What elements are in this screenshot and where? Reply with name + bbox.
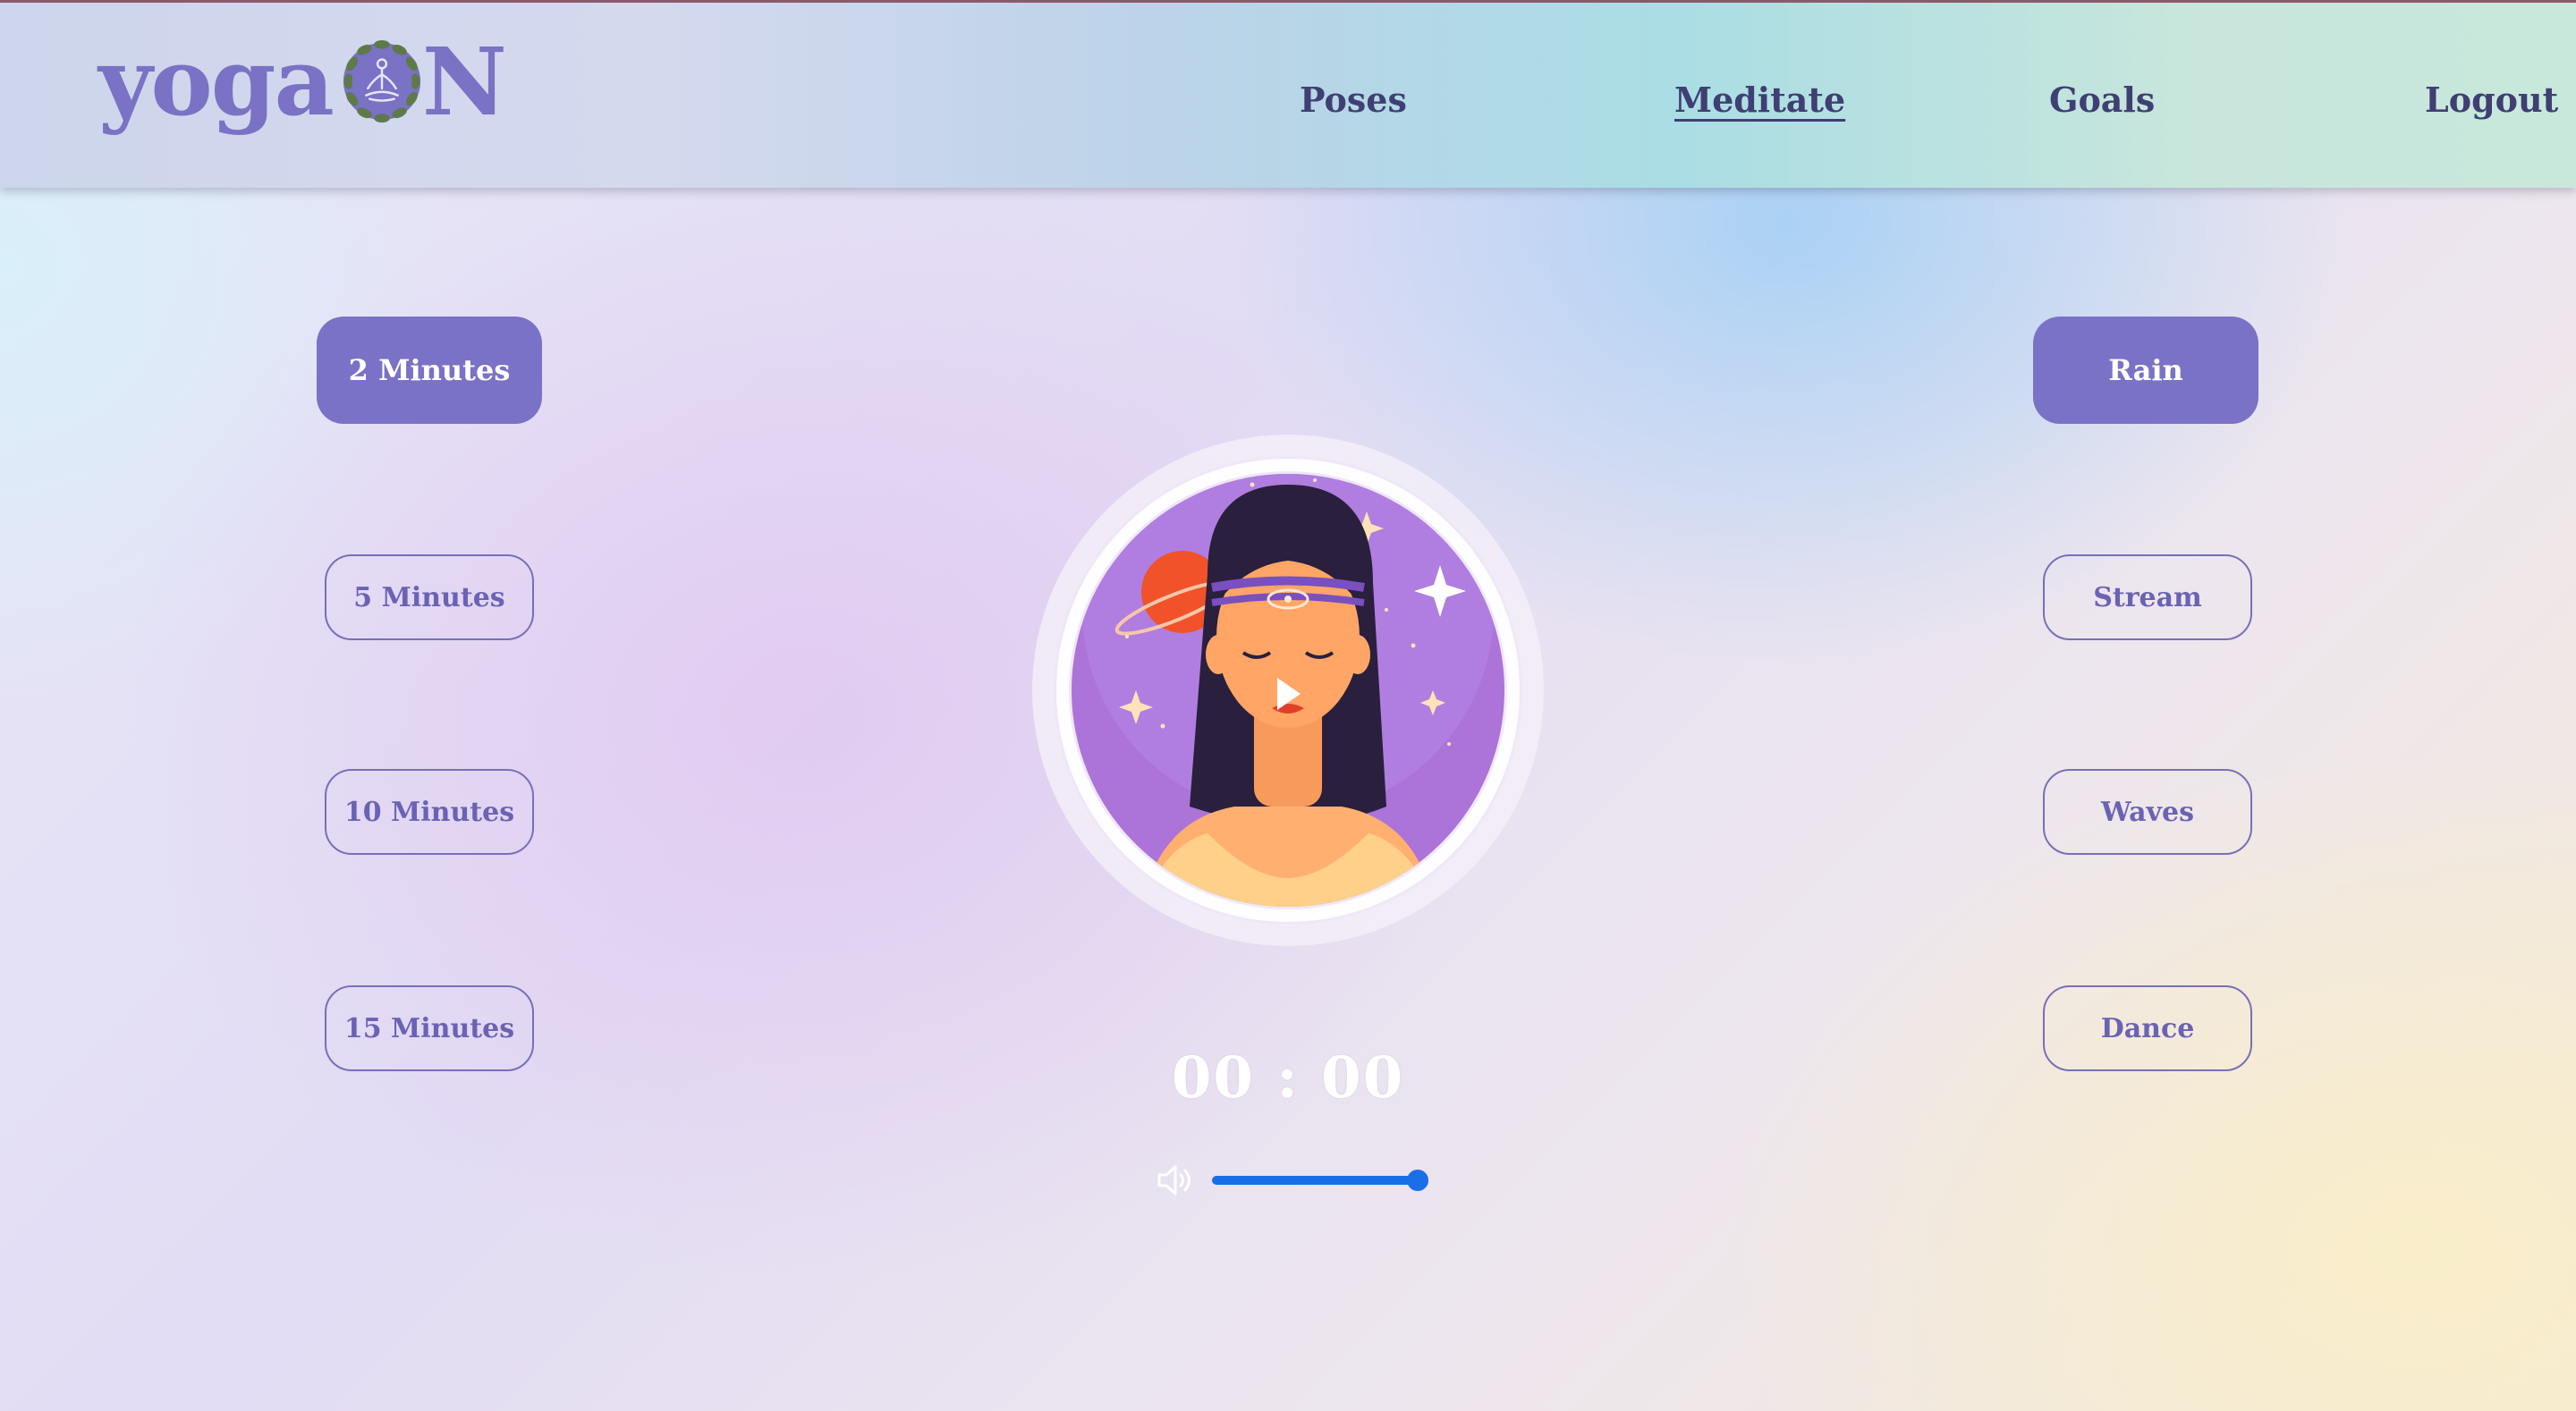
speaker-volume-icon[interactable] <box>1156 1162 1197 1198</box>
nav-logout[interactable]: Logout <box>2425 80 2558 120</box>
sound-stream-button[interactable]: Stream <box>2043 554 2252 640</box>
nav-poses[interactable]: Poses <box>1300 80 1407 120</box>
duration-5-minutes-button[interactable]: 5 Minutes <box>325 554 534 640</box>
volume-slider-fill <box>1212 1176 1418 1185</box>
logo-text-n: N <box>421 26 507 137</box>
app-logo[interactable]: yoga N <box>98 26 507 137</box>
nav-meditate[interactable]: Meditate <box>1674 80 1845 120</box>
duration-10-minutes-button[interactable]: 10 Minutes <box>325 769 534 855</box>
volume-slider-thumb[interactable] <box>1407 1170 1428 1191</box>
sound-waves-button[interactable]: Waves <box>2043 769 2252 855</box>
duration-15-minutes-button[interactable]: 15 Minutes <box>325 985 534 1071</box>
nav-goals[interactable]: Goals <box>2049 80 2155 120</box>
meditation-illustration-play-button[interactable] <box>1029 431 1547 967</box>
meditation-wreath-icon <box>343 39 421 123</box>
logo-text-yoga: yoga <box>98 26 335 137</box>
meditating-woman-illustration <box>1032 435 1544 946</box>
duration-2-minutes-button[interactable]: 2 Minutes <box>317 317 542 424</box>
sound-rain-button[interactable]: Rain <box>2033 317 2258 424</box>
volume-slider[interactable] <box>1212 1170 1428 1191</box>
countdown-timer: 00 : 00 <box>1171 1044 1405 1111</box>
sound-dance-button[interactable]: Dance <box>2043 985 2252 1071</box>
top-navbar: yoga N Poses Meditate Goals Logout <box>0 0 2576 188</box>
